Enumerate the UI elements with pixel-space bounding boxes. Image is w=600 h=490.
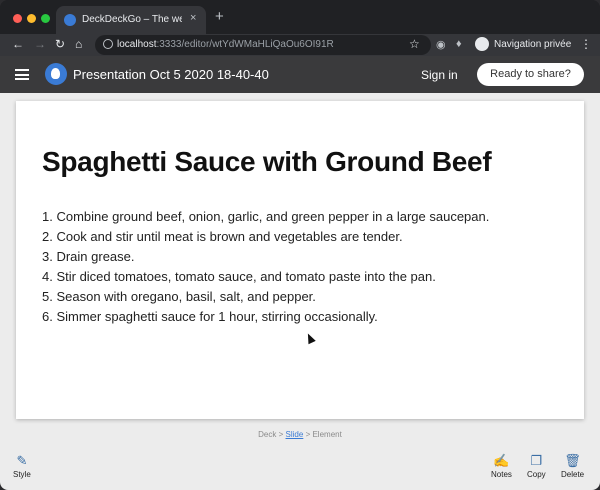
more-menu-icon[interactable]: ⋮ [580, 37, 592, 51]
trash-icon: 🗑 [564, 453, 581, 468]
list-item[interactable]: 3. Drain grease. [42, 247, 489, 267]
presentation-title[interactable]: Presentation Oct 5 2020 18-40-40 [73, 67, 269, 82]
tab-close-icon[interactable]: × [190, 12, 196, 24]
incognito-avatar-icon[interactable] [475, 37, 489, 51]
editor-area: Spaghetti Sauce with Ground Beef 1. Comb… [0, 93, 600, 490]
profile-label[interactable]: Navigation privée [494, 39, 571, 50]
home-icon[interactable]: ⌂ [75, 37, 82, 51]
breadcrumb-element[interactable]: Element [312, 430, 341, 439]
reload-icon[interactable]: ↻ [55, 37, 65, 51]
breadcrumb-separator: > [305, 430, 311, 439]
copy-icon: ❐ [530, 453, 543, 468]
delete-button[interactable]: 🗑 Delete [561, 453, 584, 479]
slide-canvas[interactable]: Spaghetti Sauce with Ground Beef 1. Comb… [16, 101, 584, 419]
tab-strip: DeckDeckGo – The web open × + [0, 0, 600, 34]
list-item[interactable]: 1. Combine ground beef, onion, garlic, a… [42, 207, 489, 227]
notes-button[interactable]: ✍ Notes [491, 453, 512, 479]
address-bar[interactable]: localhost:3333/editor/wtYdWMaHLiQaOu6OI9… [95, 35, 431, 55]
browser-window: DeckDeckGo – The web open × + ← → ↻ ⌂ lo… [0, 0, 600, 490]
list-item[interactable]: 5. Season with oregano, basil, salt, and… [42, 287, 489, 307]
url-text: localhost:3333/editor/wtYdWMaHLiQaOu6OI9… [117, 39, 334, 50]
deckdeckgo-favicon-icon [64, 14, 76, 26]
maximize-window-button[interactable] [41, 14, 50, 23]
star-icon[interactable]: ☆ [409, 37, 420, 51]
style-label: Style [13, 470, 31, 479]
brush-icon: ✎ [16, 453, 28, 468]
sign-in-link[interactable]: Sign in [421, 68, 458, 82]
notes-label: Notes [491, 470, 512, 479]
share-button[interactable]: Ready to share? [477, 63, 584, 86]
minimize-window-button[interactable] [27, 14, 36, 23]
style-button[interactable]: ✎ Style [13, 453, 31, 479]
edit-icon: ✍ [493, 453, 510, 468]
list-item[interactable]: 6. Simmer spaghetti sauce for 1 hour, st… [42, 307, 489, 327]
list-item[interactable]: 2. Cook and stir until meat is brown and… [42, 227, 489, 247]
browser-toolbar: ← → ↻ ⌂ localhost:3333/editor/wtYdWMaHLi… [0, 34, 600, 56]
hamburger-menu-icon[interactable] [15, 69, 29, 80]
copy-button[interactable]: ❐ Copy [527, 453, 546, 479]
mouse-cursor-icon [304, 331, 316, 345]
delete-label: Delete [561, 470, 585, 479]
slide-title[interactable]: Spaghetti Sauce with Ground Beef [42, 146, 492, 178]
site-info-icon[interactable] [103, 39, 113, 49]
steps-list[interactable]: 1. Combine ground beef, onion, garlic, a… [42, 207, 489, 327]
breadcrumb-deck[interactable]: Deck [258, 430, 276, 439]
deckdeckgo-logo-icon[interactable] [45, 63, 67, 85]
list-item[interactable]: 4. Stir diced tomatoes, tomato sauce, an… [42, 267, 489, 287]
breadcrumb-slide[interactable]: Slide [286, 430, 304, 439]
extension-icon[interactable]: ◉ [436, 38, 446, 51]
copy-label: Copy [527, 470, 546, 479]
puzzle-icon[interactable]: ♦ [456, 38, 462, 50]
new-tab-button[interactable]: + [215, 8, 224, 25]
forward-arrow-icon[interactable]: → [34, 37, 46, 51]
app-header: Presentation Oct 5 2020 18-40-40 Sign in… [0, 56, 600, 93]
close-window-button[interactable] [13, 14, 22, 23]
tab-title: DeckDeckGo – The web open [82, 14, 182, 25]
back-arrow-icon[interactable]: ← [12, 37, 24, 51]
breadcrumb-separator: > [278, 430, 284, 439]
browser-tab[interactable]: DeckDeckGo – The web open × [56, 6, 206, 34]
breadcrumb: Deck > Slide > Element [0, 430, 600, 439]
